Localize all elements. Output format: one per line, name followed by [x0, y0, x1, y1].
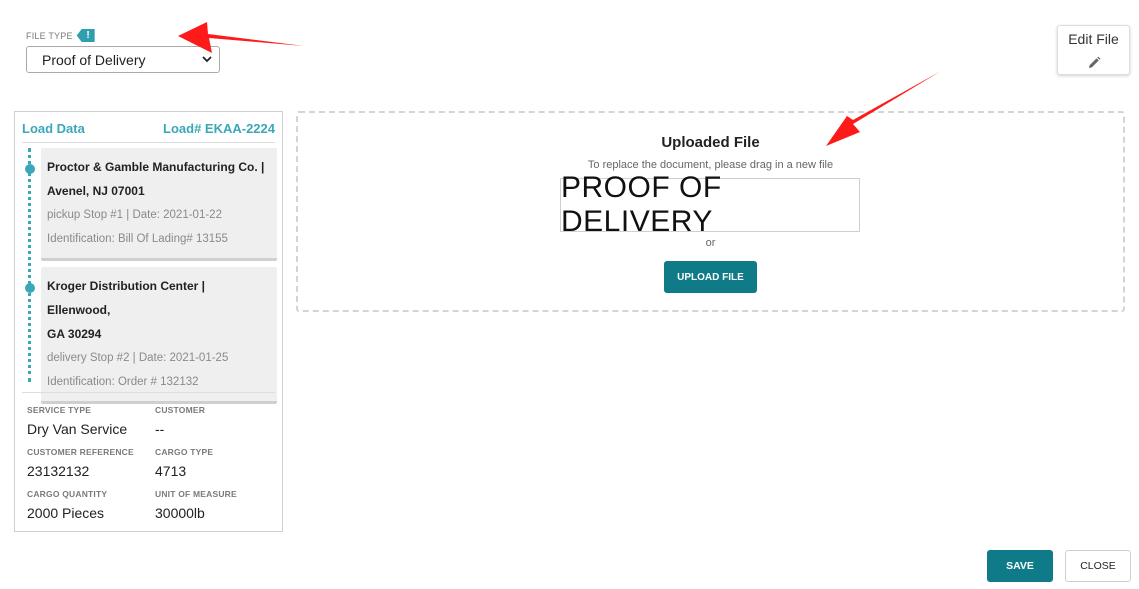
save-button[interactable]: SAVE	[987, 550, 1053, 582]
exclamation-tag-icon: !	[76, 29, 95, 42]
cargo-type-value: 4713	[155, 463, 187, 479]
uploaded-file-subtitle: To replace the document, please drag in …	[587, 159, 834, 171]
stop-card-2: Kroger Distribution Center | Ellenwood, …	[41, 267, 277, 404]
or-separator: or	[705, 237, 716, 249]
chevron-down-icon	[202, 56, 212, 63]
stop-1-dot	[25, 164, 35, 174]
uploaded-file-title: Uploaded File	[661, 134, 760, 151]
file-dropzone[interactable]: Uploaded File To replace the document, p…	[296, 111, 1125, 312]
file-type-label-text: FILE TYPE	[26, 30, 73, 41]
unit-of-measure-label: UNIT OF MEASURE	[155, 489, 237, 499]
stop-1-meta: pickup Stop #1 | Date: 2021-01-22	[47, 209, 222, 221]
load-data-title: Load Data	[22, 121, 85, 136]
service-type-label: SERVICE TYPE	[27, 405, 92, 415]
cargo-type-label: CARGO TYPE	[155, 447, 214, 457]
customer-value: --	[155, 421, 165, 437]
upload-file-button[interactable]: UPLOAD FILE	[664, 261, 757, 293]
stop-1-name-line1: Proctor & Gamble Manufacturing Co. |	[47, 160, 265, 174]
cargo-quantity-value: 2000 Pieces	[27, 505, 105, 521]
stop-card-1: Proctor & Gamble Manufacturing Co. | Ave…	[41, 148, 277, 261]
document-preview: PROOF OF DELIVERY	[560, 171, 860, 238]
load-data-panel: Load Data Load# EKAA-2224 Proctor & Gamb…	[14, 111, 283, 532]
cargo-quantity-label: CARGO QUANTITY	[27, 489, 108, 499]
stop-2-identification: Identification: Order # 132132	[47, 376, 199, 388]
unit-of-measure-value: 30000lb	[155, 505, 205, 521]
load-number: Load# EKAA-2224	[163, 121, 275, 136]
close-button[interactable]: CLOSE	[1065, 550, 1131, 582]
stop-1-name-line2: Avenel, NJ 07001	[47, 184, 145, 198]
customer-reference-value: 23132132	[27, 463, 90, 479]
customer-reference-label: CUSTOMER REFERENCE	[27, 447, 134, 457]
file-type-label: FILE TYPE !	[26, 29, 95, 42]
stop-2-meta: delivery Stop #2 | Date: 2021-01-25	[47, 352, 229, 364]
file-type-select[interactable]: Proof of Delivery	[26, 46, 220, 73]
stop-2-name-line1: Kroger Distribution Center | Ellenwood,	[47, 279, 206, 317]
stop-2-name-line2: GA 30294	[47, 327, 102, 341]
panel-divider	[22, 392, 275, 393]
load-info-grid: SERVICE TYPE CUSTOMER Dry Van Service --…	[27, 401, 277, 527]
customer-label: CUSTOMER	[155, 405, 206, 415]
pencil-icon	[1088, 56, 1100, 68]
edit-file-label: Edit File	[1068, 31, 1119, 47]
service-type-value: Dry Van Service	[27, 421, 128, 437]
edit-file-button[interactable]: Edit File	[1057, 25, 1130, 75]
stop-2-dot	[25, 283, 35, 293]
document-preview-text: PROOF OF DELIVERY	[561, 171, 722, 238]
file-type-selected-value: Proof of Delivery	[42, 51, 146, 68]
load-data-header: Load Data Load# EKAA-2224	[22, 121, 275, 143]
stop-1-identification: Identification: Bill Of Lading# 13155	[47, 233, 228, 245]
stops-timeline	[28, 148, 32, 382]
